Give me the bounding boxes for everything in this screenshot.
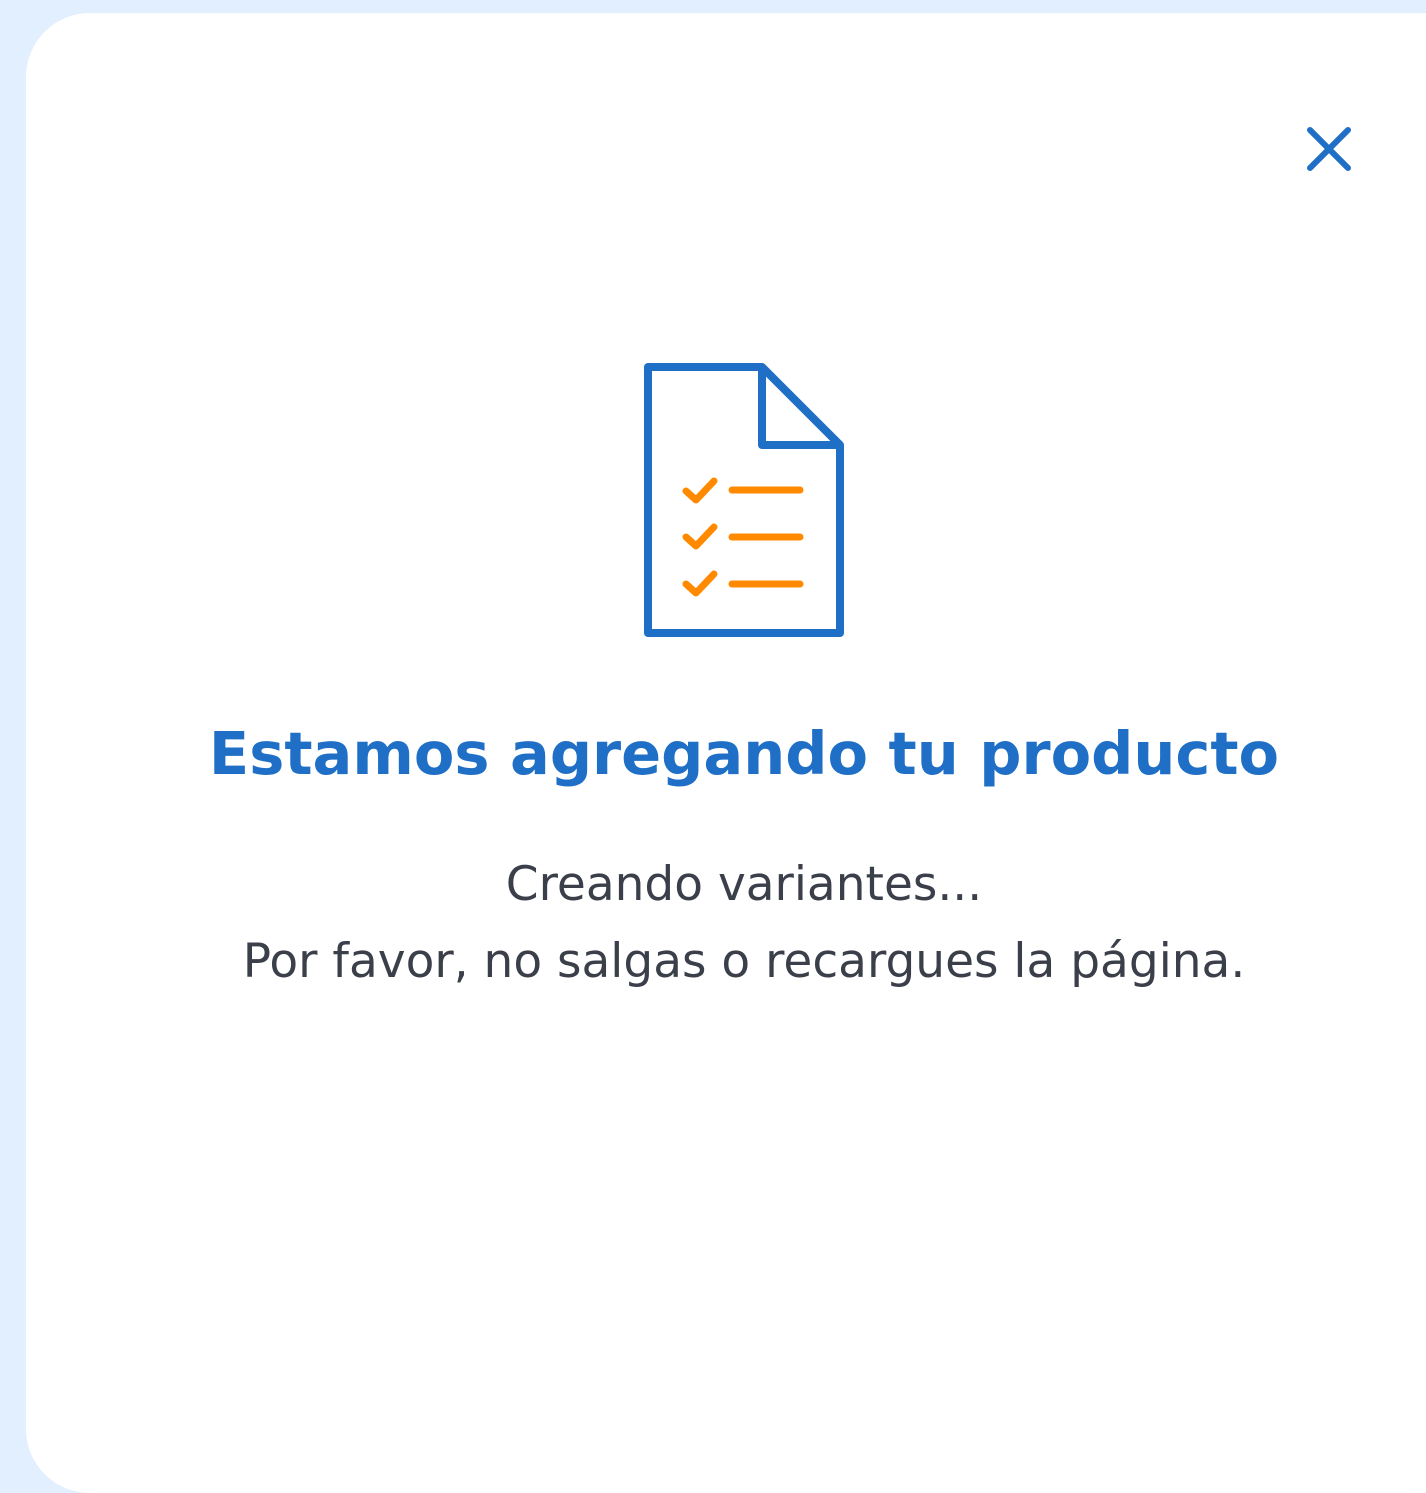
dialog-title: Estamos agregando tu producto xyxy=(208,719,1280,788)
close-button[interactable] xyxy=(1305,125,1353,173)
warning-text: Por favor, no salgas o recargues la pági… xyxy=(242,934,1246,989)
status-text: Creando variantes... xyxy=(505,857,983,912)
close-icon xyxy=(1307,127,1351,171)
checklist-document-icon xyxy=(644,363,844,637)
loading-dialog: Estamos agregando tu producto Creando va… xyxy=(26,13,1426,1493)
